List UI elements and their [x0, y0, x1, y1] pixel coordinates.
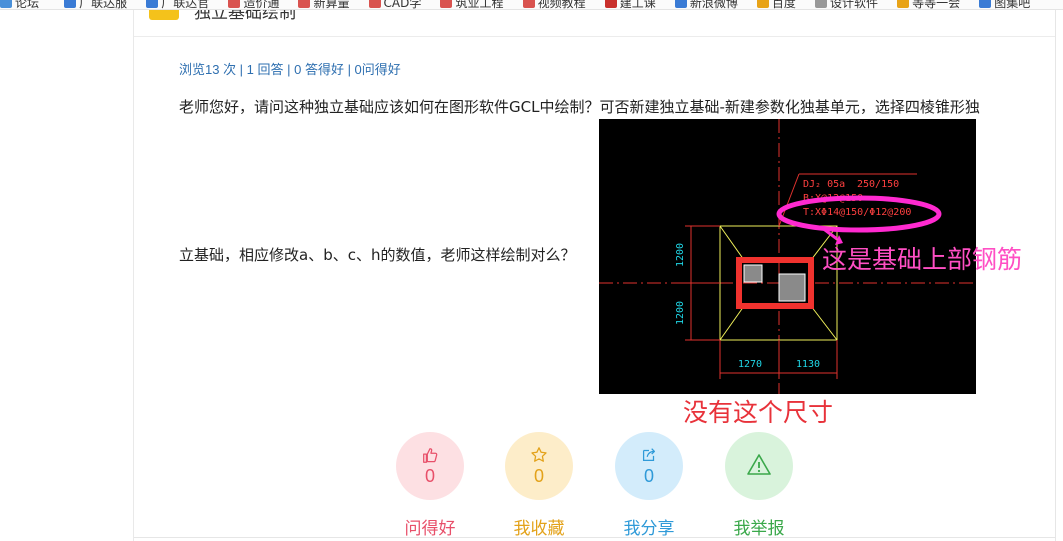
panel-bottom-border: [134, 537, 1055, 538]
bookmark-item[interactable]: 筑业工程: [440, 0, 504, 9]
bookmark-item[interactable]: 造价通: [228, 0, 279, 9]
question-header: 独立基础绘制: [134, 10, 1055, 37]
bookmark-icon: [897, 0, 910, 8]
like-question-button[interactable]: 0 问得好: [395, 432, 465, 539]
bookmark-icon: [228, 0, 241, 8]
warning-icon: [747, 454, 771, 475]
question-badge-icon: [149, 10, 179, 20]
share-circle[interactable]: 0: [615, 432, 683, 500]
question-text-line-2: 立基础，相应修改a、b、c、h的数值，老师这样绘制对么？: [179, 246, 576, 264]
report-button[interactable]: 我举报: [724, 432, 794, 539]
like-circle[interactable]: 0: [396, 432, 464, 500]
share-count: 0: [643, 465, 654, 486]
dimension-label: 1200: [675, 301, 686, 325]
favorite-circle[interactable]: 0: [505, 432, 573, 500]
bookmark-icon: [440, 0, 453, 8]
report-label[interactable]: 我举报: [714, 514, 804, 539]
bookmark-item[interactable]: 等等一会: [897, 0, 960, 9]
top-rebar-label: T:XΦ14@150/Φ12@200: [803, 207, 911, 218]
bookmark-icon: [815, 0, 828, 8]
bookmark-item[interactable]: CAD学: [368, 0, 421, 9]
report-circle[interactable]: [725, 432, 793, 500]
bookmark-icon: [368, 0, 381, 8]
bookmark-item[interactable]: 图集吧: [979, 0, 1030, 9]
bookmark-item[interactable]: 建工课: [604, 0, 656, 9]
bookmark-item[interactable]: 百度: [756, 0, 796, 9]
bookmark-item[interactable]: 新浪微博: [674, 0, 738, 9]
question-stats: 浏览13 次 | 1 回答 | 0 答得好 | 0问得好: [179, 62, 401, 77]
footing-height-label: 250/150: [857, 179, 899, 190]
like-count: 0: [424, 465, 435, 486]
bookmark-icon: [674, 0, 687, 8]
column-shape: [778, 273, 806, 302]
slope-line: [719, 305, 745, 341]
share-icon: [642, 447, 656, 461]
dimension-label: 1130: [796, 359, 820, 370]
bookmark-item[interactable]: 设计软件: [815, 0, 878, 9]
bookmark-item[interactable]: 视频教程: [522, 0, 586, 9]
bookmark-icon: [0, 0, 12, 8]
bookmark-icon: [756, 0, 769, 8]
slope-line: [719, 225, 745, 261]
dimension-label: 1270: [738, 359, 762, 370]
bookmark-icon: [146, 0, 159, 8]
page-title: 独立基础绘制: [194, 10, 296, 23]
thumbs-up-icon: [423, 447, 438, 463]
dimension-label: 1200: [675, 243, 686, 267]
favorite-count: 0: [533, 465, 544, 486]
bookmark-icon: [979, 0, 992, 8]
bookmark-item[interactable]: 广联达服: [64, 0, 127, 9]
bookmark-item[interactable]: 广联达官: [146, 0, 209, 9]
like-label[interactable]: 问得好: [385, 514, 475, 539]
question-text-line-1: 老师您好，请问这种独立基础应该如何在图形软件GCL中绘制？可否新建独立基础-新建…: [179, 98, 980, 116]
favorite-button[interactable]: 0 我收藏: [504, 432, 574, 539]
bookmark-icon: [298, 0, 311, 8]
bookmark-icon: [522, 0, 535, 8]
slope-line: [810, 305, 838, 341]
star-icon: [531, 446, 547, 462]
bookmarks-bar: 论坛_ 广联达服 广联达官 造价通 新算量 CAD学 筑业工程 视频教程 建工课…: [0, 0, 1063, 10]
share-label[interactable]: 我分享: [604, 514, 694, 539]
favorite-label[interactable]: 我收藏: [494, 514, 584, 539]
bookmark-item[interactable]: 论坛_: [0, 0, 45, 9]
left-gutter: [0, 10, 134, 541]
share-button[interactable]: 0 我分享: [614, 432, 684, 539]
column-shape: [743, 264, 763, 283]
annotation-missing-dimension: 没有这个尺寸: [683, 398, 834, 427]
bookmark-item[interactable]: 新算量: [298, 0, 349, 9]
bookmark-icon: [64, 0, 77, 8]
bookmark-icon: [604, 0, 617, 8]
annotation-top-rebar: 这是基础上部钢筋: [822, 245, 1023, 274]
footing-id-label: DJ₂ 05a: [803, 179, 845, 190]
